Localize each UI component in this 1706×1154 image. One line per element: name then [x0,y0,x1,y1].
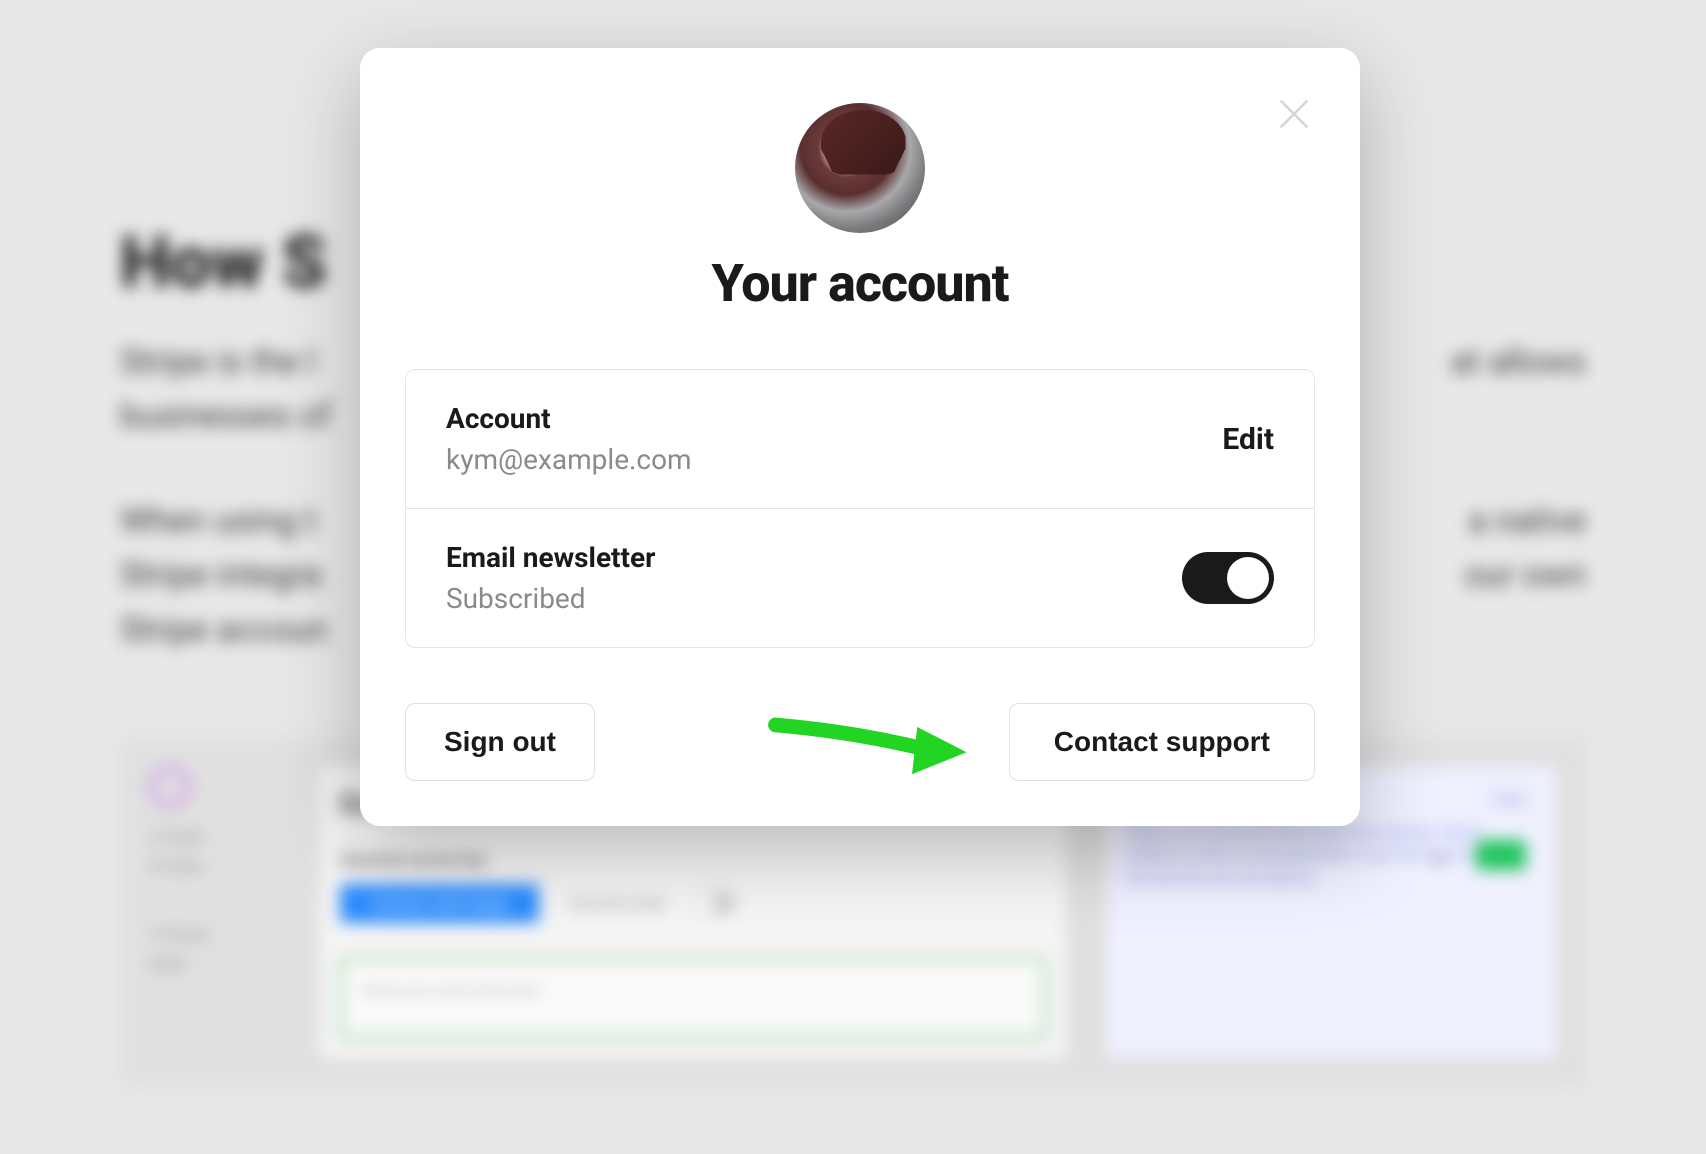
toggle-knob [1227,557,1269,599]
arrow-icon [765,713,975,783]
avatar [795,103,925,233]
button-row: Sign out Contact support [405,703,1315,781]
edit-account-button[interactable]: Edit [1222,422,1274,457]
newsletter-label: Email newsletter [446,541,655,574]
signout-button[interactable]: Sign out [405,703,595,781]
account-label: Account [446,402,692,435]
close-icon [1274,94,1314,134]
newsletter-status: Subscribed [446,582,655,615]
account-modal: Your account Account kym@example.com Edi… [360,48,1360,826]
newsletter-row: Email newsletter Subscribed [406,509,1314,647]
arrow-annotation [765,713,975,787]
newsletter-toggle[interactable] [1182,552,1274,604]
contact-support-button[interactable]: Contact support [1009,703,1315,781]
settings-box: Account kym@example.com Edit Email newsl… [405,369,1315,648]
close-button[interactable] [1270,90,1318,138]
account-row: Account kym@example.com Edit [406,370,1314,509]
account-email: kym@example.com [446,443,692,476]
modal-title: Your account [405,253,1315,314]
